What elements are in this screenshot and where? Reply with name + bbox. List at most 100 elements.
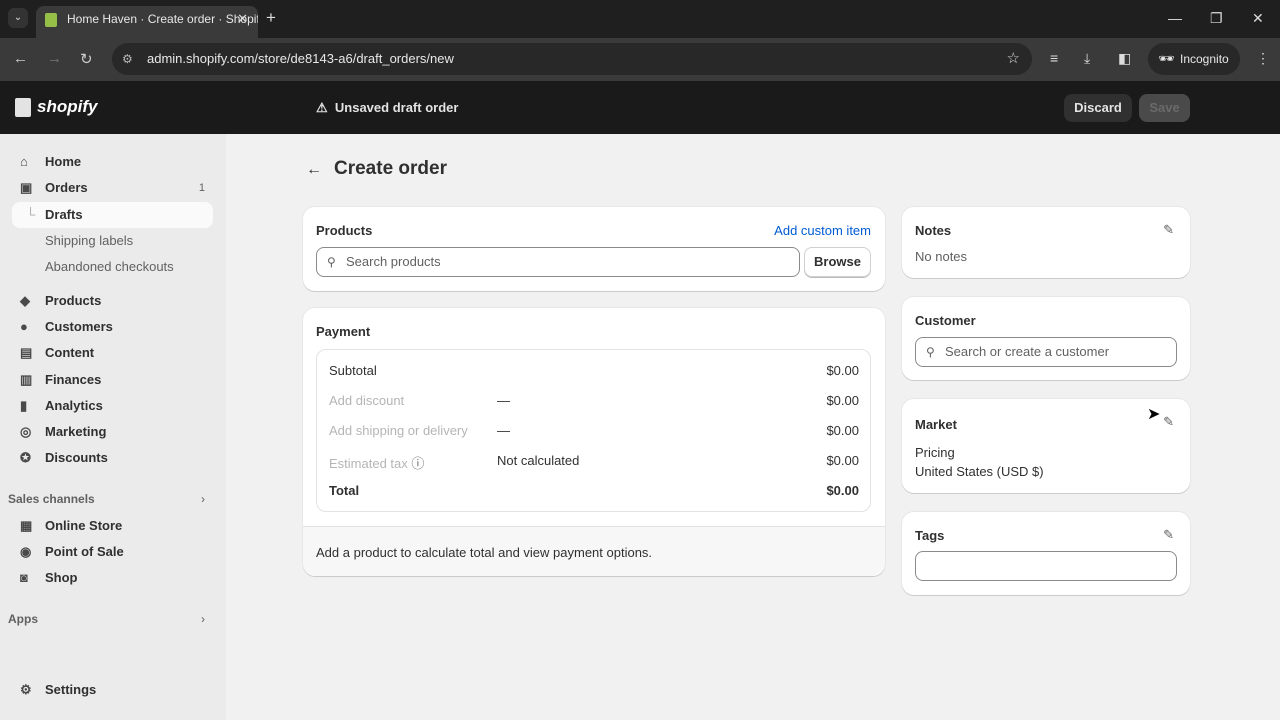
- label: Products: [45, 293, 102, 308]
- orders-count-badge: 1: [198, 182, 205, 194]
- discount-row: Add discount — $0.00: [329, 393, 859, 413]
- sidebar-item-shop[interactable]: ◙ Shop: [8, 565, 213, 591]
- products-heading: Products: [316, 223, 373, 238]
- tags-input[interactable]: [915, 551, 1177, 581]
- reload-icon[interactable]: ↻: [80, 50, 93, 68]
- sidebar-item-home[interactable]: ⌂ Home: [8, 149, 213, 175]
- tags-card: Tags ✎: [902, 512, 1190, 595]
- menu-kebab-icon[interactable]: ⋮: [1256, 50, 1270, 67]
- customer-heading: Customer: [915, 313, 976, 328]
- payment-footer-note: Add a product to calculate total and vie…: [303, 526, 885, 576]
- market-heading: Market: [915, 417, 957, 432]
- label: Finances: [45, 372, 102, 387]
- shopify-logo[interactable]: shopify: [15, 97, 97, 117]
- target-icon: ◎: [20, 424, 32, 439]
- label: Orders: [45, 180, 88, 195]
- sidebar-item-orders[interactable]: ▣ Orders 1: [8, 175, 213, 201]
- download-icon[interactable]: ⤓: [1084, 50, 1090, 67]
- shipping-row: Add shipping or delivery — $0.00: [329, 423, 859, 443]
- label: Marketing: [45, 424, 107, 439]
- sidebar-item-customers[interactable]: ● Customers: [8, 314, 213, 340]
- side-panel-icon[interactable]: ◧: [1118, 50, 1131, 67]
- shopify-bag-icon: [15, 98, 31, 117]
- back-arrow-icon[interactable]: ←: [306, 161, 322, 178]
- value: —: [497, 393, 510, 408]
- forward-icon[interactable]: →: [47, 50, 62, 67]
- discard-button[interactable]: Discard: [1064, 94, 1132, 122]
- label: Analytics: [45, 398, 103, 413]
- browse-button[interactable]: Browse: [804, 247, 871, 277]
- pricing-value: United States (USD $): [915, 464, 1044, 479]
- customer-card: Customer ⚲ Search or create a customer: [902, 297, 1190, 380]
- apps-section[interactable]: Apps ›: [8, 612, 213, 626]
- label: Shipping labels: [45, 233, 134, 248]
- add-discount-link[interactable]: Add discount: [329, 393, 404, 408]
- sidebar-item-analytics[interactable]: ▮ Analytics: [8, 393, 213, 419]
- sidebar-item-marketing[interactable]: ◎ Marketing: [8, 419, 213, 445]
- sidebar-item-content[interactable]: ▤ Content: [8, 340, 213, 366]
- placeholder: Search or create a customer: [945, 344, 1110, 359]
- browser-tab-bar: ⌄ Home Haven · Create order · Shopify ✕ …: [0, 0, 1280, 38]
- sidebar: ⌂ Home ▣ Orders 1 └ Drafts Shipping labels A…: [0, 134, 226, 720]
- label: Abandoned checkouts: [45, 259, 174, 274]
- mouse-cursor-icon: ➤: [1147, 406, 1161, 423]
- value: Not calculated: [497, 453, 580, 468]
- pos-icon: ◉: [20, 544, 32, 559]
- edit-pencil-icon[interactable]: ✎: [1163, 527, 1174, 543]
- gear-icon: ⚙: [20, 682, 32, 697]
- unsaved-status: ⚠ Unsaved draft order: [316, 100, 458, 116]
- sidebar-item-products[interactable]: ◆ Products: [8, 288, 213, 314]
- subtotal-row: Subtotal $0.00: [329, 363, 859, 383]
- edit-pencil-icon[interactable]: ✎: [1163, 222, 1174, 238]
- label: Point of Sale: [45, 544, 124, 559]
- payment-card: Payment Subtotal $0.00 Add discount — $0.00…: [303, 308, 885, 576]
- amount: $0.00: [826, 483, 859, 498]
- search-icon: ⚲: [926, 345, 935, 359]
- info-icon[interactable]: ⓘ: [411, 456, 424, 471]
- search-products-input[interactable]: ⚲ Search products: [316, 247, 800, 277]
- browser-tab[interactable]: Home Haven · Create order · Shopify ✕: [36, 6, 258, 38]
- sidebar-item-drafts[interactable]: └ Drafts: [12, 202, 213, 228]
- sidebar-item-abandoned-checkouts[interactable]: Abandoned checkouts: [8, 254, 213, 280]
- tab-search-button[interactable]: ⌄: [8, 8, 28, 28]
- close-tab-icon[interactable]: ✕: [237, 6, 248, 32]
- add-shipping-link[interactable]: Add shipping or delivery: [329, 423, 468, 438]
- sales-channels-section[interactable]: Sales channels ›: [8, 492, 213, 506]
- edit-pencil-icon[interactable]: ✎: [1163, 414, 1174, 430]
- sidebar-item-shipping-labels[interactable]: Shipping labels: [8, 228, 213, 254]
- chart-icon: ▮: [20, 398, 28, 413]
- label: Home: [45, 154, 82, 169]
- sidebar-item-point-of-sale[interactable]: ◉ Point of Sale: [8, 539, 213, 565]
- media-icon[interactable]: ≡: [1050, 50, 1058, 66]
- save-button[interactable]: Save: [1139, 94, 1190, 122]
- inbox-icon: ▣: [20, 180, 33, 195]
- back-icon[interactable]: ←: [13, 50, 28, 67]
- notes-card: Notes ✎ No notes: [902, 207, 1190, 278]
- warning-icon: ⚠: [316, 100, 328, 115]
- site-settings-icon[interactable]: ⚙: [122, 43, 133, 75]
- sidebar-item-online-store[interactable]: ▦ Online Store: [8, 513, 213, 539]
- new-tab-button[interactable]: +: [266, 8, 276, 28]
- tag-icon: ◆: [20, 293, 30, 308]
- home-icon: ⌂: [20, 154, 28, 169]
- label: Estimated tax: [329, 456, 408, 471]
- url-input[interactable]: ⚙ admin.shopify.com/store/de8143-a6/draf…: [112, 43, 1032, 75]
- add-custom-item-link[interactable]: Add custom item: [774, 223, 871, 238]
- title-text: Create order: [334, 158, 447, 179]
- customer-search-input[interactable]: ⚲ Search or create a customer: [915, 337, 1177, 367]
- sidebar-item-discounts[interactable]: ✪ Discounts: [8, 445, 213, 471]
- store-icon: ▦: [20, 518, 33, 533]
- placeholder: Search products: [346, 254, 441, 269]
- sidebar-item-finances[interactable]: ▥ Finances: [8, 367, 213, 393]
- total-row: Total $0.00: [329, 483, 859, 503]
- incognito-badge[interactable]: 🕶 Incognito: [1148, 43, 1240, 75]
- tree-branch-icon: └: [26, 207, 36, 222]
- bookmark-star-icon[interactable]: ☆: [1007, 43, 1020, 75]
- restore-icon[interactable]: ❐: [1210, 10, 1223, 27]
- minimize-icon[interactable]: —: [1168, 10, 1182, 26]
- close-window-icon[interactable]: ✕: [1252, 10, 1264, 27]
- chevron-right-icon: ›: [201, 492, 205, 506]
- sidebar-item-settings[interactable]: ⚙ Settings: [8, 677, 213, 703]
- status-text: Unsaved draft order: [334, 100, 459, 115]
- person-icon: ●: [20, 319, 28, 334]
